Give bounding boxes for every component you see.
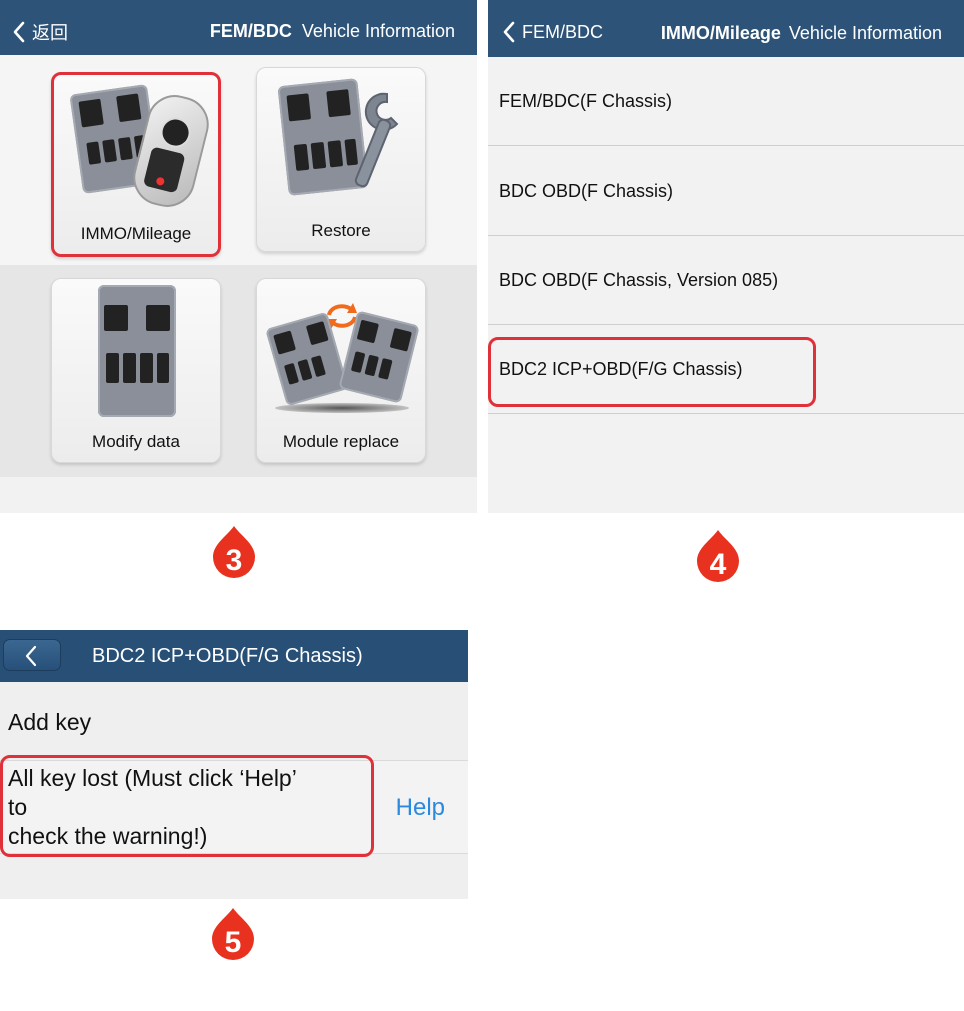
back-button[interactable]: FEM/BDC: [502, 21, 603, 43]
title-section: Vehicle Information: [301, 21, 455, 41]
tile-label: Restore: [311, 221, 371, 240]
step-number: 3: [226, 544, 243, 577]
list-item-label: BDC2 ICP+OBD(F/G Chassis): [499, 359, 743, 379]
chevron-left-icon: [503, 21, 515, 43]
nav-bar: BDC2 ICP+OBD(F/G Chassis): [0, 630, 468, 682]
back-label: 返回: [32, 23, 68, 43]
immo-mileage-screen: FEM/BDC IMMO/Mileage Vehicle Information …: [488, 0, 964, 513]
tile-label: Module replace: [282, 432, 400, 451]
chevron-left-icon: [25, 645, 37, 667]
list-item-bdc2-icp-obd[interactable]: BDC2 ICP+OBD(F/G Chassis): [488, 325, 964, 414]
divider: [373, 787, 374, 831]
list-item-bdc-obd-f-chassis[interactable]: BDC OBD(F Chassis): [488, 146, 964, 236]
back-label: FEM/BDC: [522, 21, 603, 42]
step-number: 4: [710, 548, 727, 581]
list-item-label-line3: check the warning!): [8, 823, 208, 849]
page-title: BDC2 ICP+OBD(F/G Chassis): [92, 645, 363, 667]
nav-bar: 返回 FEM/BDC Vehicle Information: [0, 0, 477, 55]
tile-restore[interactable]: Restore: [256, 67, 426, 252]
step-number: 5: [225, 926, 242, 959]
list-item-fem-bdc-f-chassis[interactable]: FEM/BDC(F Chassis): [488, 57, 964, 146]
chevron-left-icon: [13, 21, 25, 43]
back-button[interactable]: [3, 639, 61, 671]
list-item-add-key[interactable]: Add key: [0, 682, 468, 761]
list-item-label: BDC OBD(F Chassis): [499, 181, 674, 201]
fem-bdc-menu-screen: 返回 FEM/BDC Vehicle Information IMMO/Mile…: [0, 0, 477, 513]
bdc2-icp-obd-screen: BDC2 ICP+OBD(F/G Chassis) Add key All ke…: [0, 630, 468, 899]
tile-footer: [0, 477, 477, 513]
tile-modify-data[interactable]: Modify data: [51, 278, 221, 463]
title-section: Vehicle Information: [788, 23, 942, 43]
title-module: FEM/BDC: [209, 21, 292, 41]
list-item-label: Add key: [8, 709, 92, 735]
list-item-all-key-lost[interactable]: All key lost (Must click ‘Help’ to check…: [0, 761, 468, 854]
nav-bar: FEM/BDC IMMO/Mileage Vehicle Information: [488, 0, 964, 57]
page-title: FEM/BDC Vehicle Information: [210, 0, 455, 55]
step-3-marker-icon: 3: [213, 526, 255, 578]
tile-module-replace[interactable]: Module replace: [256, 278, 426, 463]
list-item-label-line2: to: [8, 794, 28, 820]
list-item-label: FEM/BDC(F Chassis): [499, 91, 673, 111]
title-function: IMMO/Mileage: [660, 23, 781, 43]
tile-immo-mileage[interactable]: IMMO/Mileage: [51, 72, 221, 257]
tile-label: IMMO/Mileage: [80, 224, 192, 243]
step-4-marker-icon: 4: [697, 530, 739, 582]
page-title: IMMO/Mileage Vehicle Information: [661, 0, 942, 57]
list-item-bdc-obd-version-085[interactable]: BDC OBD(F Chassis, Version 085): [488, 236, 964, 325]
step-5-marker-icon: 5: [212, 908, 254, 960]
tile-label: Modify data: [92, 432, 180, 451]
back-button[interactable]: 返回: [12, 19, 68, 45]
list-item-label: BDC OBD(F Chassis, Version 085): [499, 270, 779, 290]
list-item-label-line1: All key lost (Must click ‘Help’: [8, 765, 297, 791]
help-link[interactable]: Help: [396, 794, 445, 822]
